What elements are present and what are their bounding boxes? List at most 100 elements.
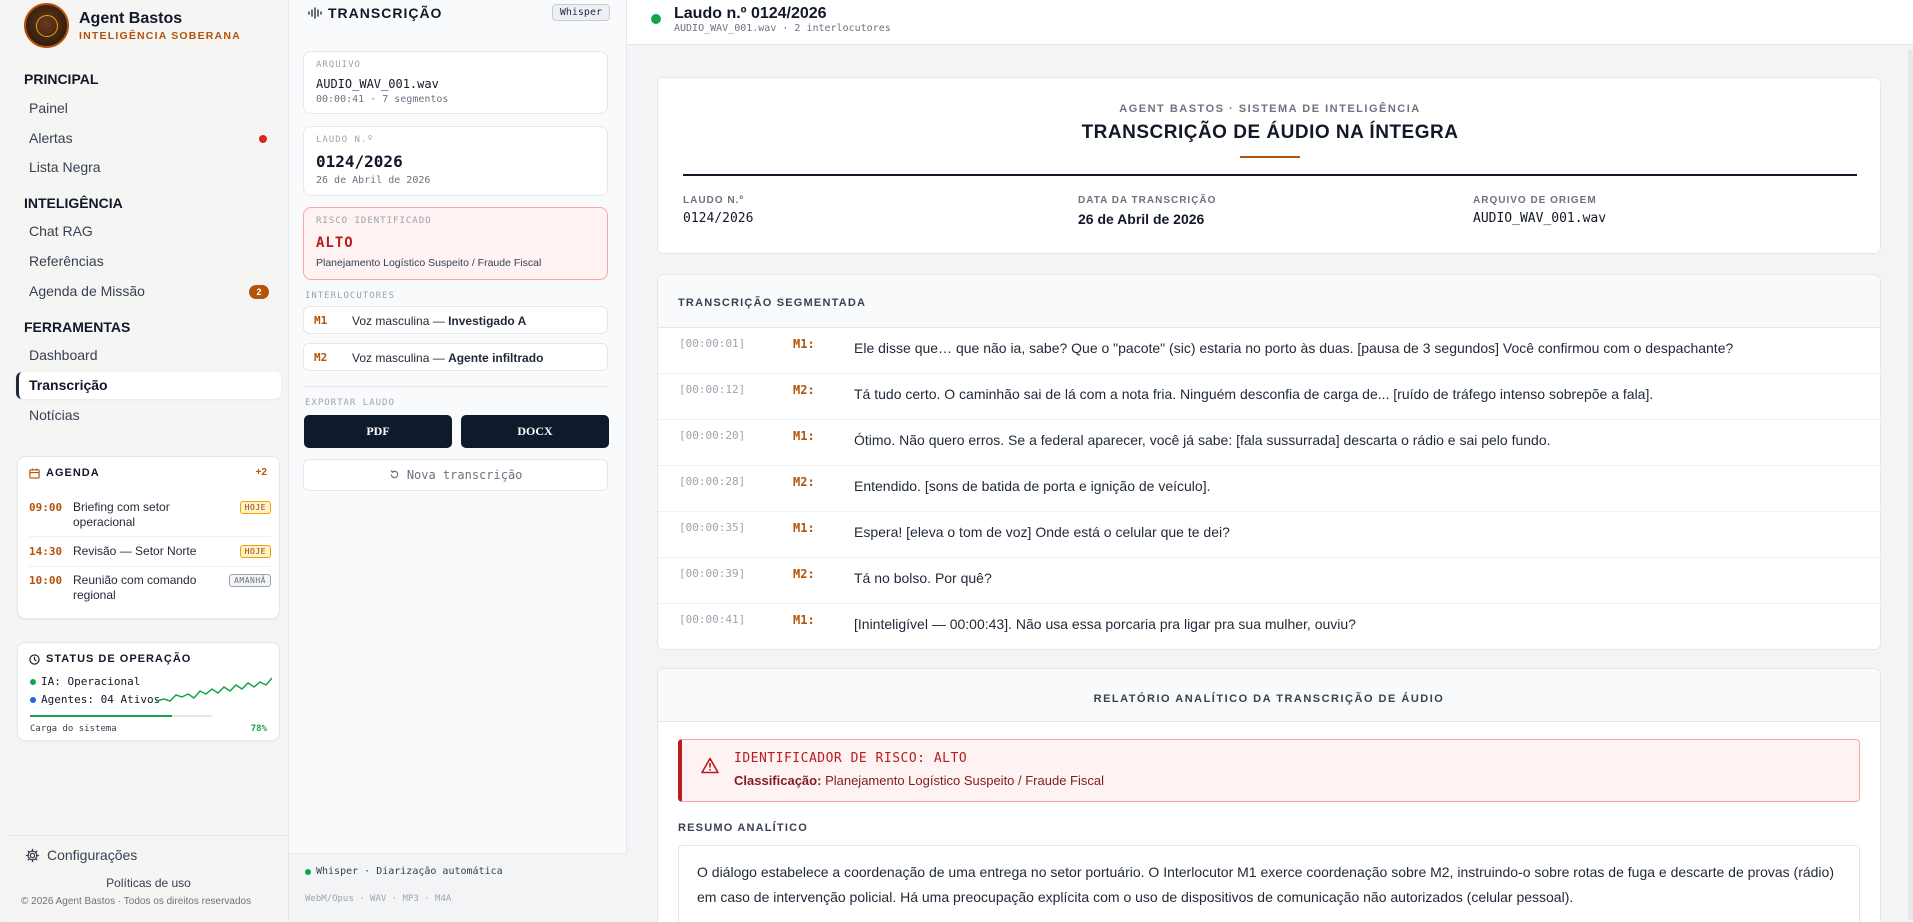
page-title: Laudo n.º 0124/2026 [674,5,827,22]
calendar-icon [29,467,40,479]
speaker-name: Agente infiltrado [448,351,544,365]
nav-item-transcricao[interactable]: Transcrição [16,372,281,399]
status-title: STATUS DE OPERAÇÃO [29,653,191,665]
agenda-time: 10:00 [29,574,63,587]
segment-text: Tá tudo certo. O caminhão sai de lá com … [854,386,1654,402]
nav-item-referencias[interactable]: Referências [16,248,281,275]
transcription-panel: TRANSCRIÇÃO Whisper ARQUIVO AUDIO_WAV_00… [289,0,627,922]
segment-time: [00:00:41] [679,613,746,626]
segment-text: Ótimo. Não quero erros. Se a federal apa… [854,432,1551,448]
divider [29,536,271,537]
status-agentes: Agentes: 04 Ativos [30,693,160,706]
load-bar-fill [30,715,172,717]
new-transcription-button[interactable]: Nova transcrição [303,459,608,491]
file-box: ARQUIVO AUDIO_WAV_001.wav 00:00:41 · 7 s… [303,51,608,114]
segment-speaker: M2: [793,567,815,581]
nav-item-painel[interactable]: Painel [16,95,281,122]
agenda-time: 14:30 [29,545,63,558]
segment-text: Entendido. [sons de batida de porta e ig… [854,478,1211,494]
nav-item-label: Alertas [29,130,73,146]
meta-label: ARQUIVO DE ORIGEM [1473,195,1597,206]
segments-title: TRANSCRIÇÃO SEGMENTADA [678,297,867,309]
agenda-more-link[interactable]: +2 [256,467,267,478]
segment-time: [00:00:12] [679,383,746,396]
agenda-card: AGENDA +2 09:00 Briefing com setor opera… [17,456,280,619]
agenda-tag: HOJE [239,501,271,514]
divider [683,174,1857,176]
agenda-text: Revisão — Setor Norte [73,544,197,558]
divider [303,386,608,387]
report-label: LAUDO N.º [316,135,374,145]
status-dot [30,678,36,685]
risk-alert: IDENTIFICADOR DE RISCO: ALTO Classificaç… [678,739,1860,802]
segment-speaker: M2: [793,475,815,489]
speaker-row[interactable]: M1 Voz masculina — Investigado A [303,306,608,334]
segment-row: [00:00:12] M2: Tá tudo certo. O caminhão s… [658,374,1882,420]
policy-link[interactable]: Políticas de uso [8,876,289,890]
segment-text: Ele disse que… que não ia, sabe? Que o "… [854,340,1734,356]
risk-heading: IDENTIFICADOR DE RISCO: ALTO [734,751,968,766]
copyright: © 2026 Agent Bastos · Todos os direitos … [21,896,252,907]
summary-text: O diálogo estabelece a coordenação de um… [678,845,1860,922]
segment-speaker: M1: [793,429,815,443]
risk-box: RISCO IDENTIFICADO ALTO Planejamento Log… [303,207,608,280]
nav-item-dashboard[interactable]: Dashboard [16,342,281,369]
nav-item-agenda-missao[interactable]: Agenda de Missão 2 [16,278,281,305]
report-number: 0124/2026 [316,152,403,171]
warning-icon [701,757,719,774]
status-ia: IA: Operacional [30,675,140,688]
nav-item-lista-negra[interactable]: Lista Negra [16,154,281,181]
engine-status-dot [305,868,311,875]
panel-title: TRANSCRIÇÃO [308,5,442,21]
settings-button[interactable]: Configurações [25,847,137,863]
speaker-row[interactable]: M2 Voz masculina — Agente infiltrado [303,343,608,371]
meta-label: DATA DA TRANSCRIÇÃO [1078,195,1217,206]
status-card: STATUS DE OPERAÇÃO IA: Operacional Agent… [17,642,280,741]
segment-time: [00:00:35] [679,521,746,534]
brand-logo [24,3,69,48]
classification: Classificação: Planejamento Logístico Su… [734,773,1104,788]
status-title-text: STATUS DE OPERAÇÃO [46,653,192,665]
nav-section-ferramentas: FERRAMENTAS [24,319,131,335]
activity-sparkline [156,677,272,702]
document-header-card: AGENT BASTOS · SISTEMA DE INTELIGÊNCIA T… [657,77,1881,254]
segment-speaker: M1: [793,613,815,627]
brand[interactable]: Agent Bastos INTELIGÊNCIA SOBERANA [24,3,241,48]
sidebar-footer: Configurações Políticas de uso © 2026 Ag… [8,835,289,907]
meta-report: LAUDO N.º 0124/2026 [683,195,753,226]
nav-item-alertas[interactable]: Alertas [16,125,281,152]
gear-icon [25,848,40,862]
formats-text: WebM/Opus · WAV · MP3 · M4A [305,894,452,904]
segment-time: [00:00:20] [679,429,746,442]
report-date: 26 de Abril de 2026 [316,175,431,186]
segment-row: [00:00:20] M1: Ótimo. Não quero erros. Se … [658,420,1882,466]
meta-label: LAUDO N.º [683,195,744,206]
load-label: Carga do sistema [30,724,117,734]
report-title: RELATÓRIO ANALÍTICO DA TRANSCRIÇÃO DE ÁU… [1093,693,1445,705]
export-pdf-button[interactable]: PDF [304,415,452,448]
speaker-code: M1 [314,314,328,327]
segment-speaker: M1: [793,521,815,535]
segment-speaker: M1: [793,337,815,351]
load-value: 78% [250,724,267,734]
file-meta: 00:00:41 · 7 segmentos [316,94,449,105]
main-header: Laudo n.º 0124/2026 AUDIO_WAV_001.wav · … [627,0,1913,45]
speaker-code: M2 [314,351,328,364]
segment-row: [00:00:35] M1: Espera! [eleva o tom de voz… [658,512,1882,558]
risk-value: ALTO [316,235,354,251]
meta-value: 26 de Abril de 2026 [1078,211,1205,227]
agenda-title-text: AGENDA [46,467,100,479]
speaker-desc: Voz masculina — Agente infiltrado [352,351,543,365]
export-docx-button[interactable]: DOCX [461,415,609,448]
report-box: LAUDO N.º 0124/2026 26 de Abril de 2026 [303,126,608,196]
nav-item-noticias[interactable]: Notícias [16,402,281,429]
waveform-icon [308,7,322,19]
nav-item-chat-rag[interactable]: Chat RAG [16,218,281,245]
agenda-count-badge: 2 [249,285,269,299]
segment-text: Espera! [eleva o tom de voz] Onde está o… [854,524,1230,540]
scrollbar[interactable] [1908,50,1913,920]
refresh-icon [390,470,398,479]
engine-status-text: Whisper · Diarização automática [316,866,503,877]
divider [29,566,271,567]
nav-section-inteligencia: INTELIGÊNCIA [24,195,123,211]
